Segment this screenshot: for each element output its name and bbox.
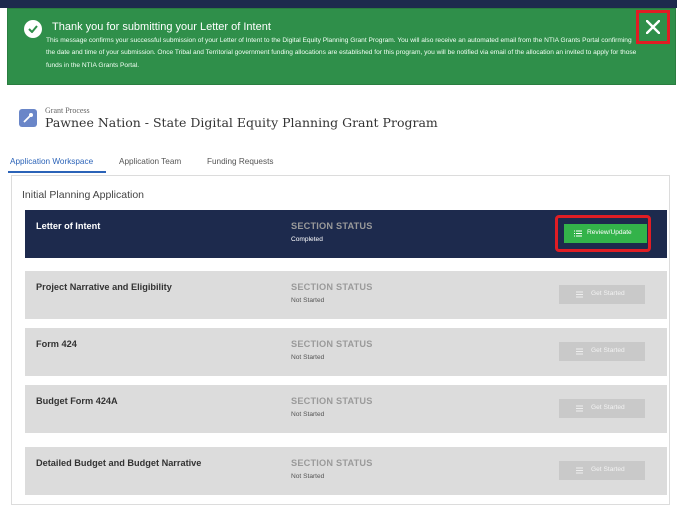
get-started-label: Get Started bbox=[591, 466, 625, 473]
section-name: Project Narrative and Eligibility bbox=[36, 282, 172, 292]
section-status-value: Not Started bbox=[291, 354, 325, 361]
tab-application-workspace[interactable]: Application Workspace bbox=[10, 157, 93, 166]
section-status-label: SECTION STATUS bbox=[291, 339, 373, 349]
page-title: Pawnee Nation - State Digital Equity Pla… bbox=[45, 115, 438, 130]
section-status-value: Not Started bbox=[291, 473, 325, 480]
close-icon bbox=[646, 20, 660, 34]
section-budget-form-424a: Budget Form 424A SECTION STATUS Not Star… bbox=[25, 385, 667, 433]
grant-process-label: Grant Process bbox=[45, 106, 90, 115]
section-status-value: Completed bbox=[291, 236, 323, 243]
section-status-label: SECTION STATUS bbox=[291, 396, 373, 406]
panel-title: Initial Planning Application bbox=[22, 189, 145, 201]
get-started-button[interactable]: Get Started bbox=[559, 399, 645, 418]
get-started-label: Get Started bbox=[591, 347, 625, 354]
banner-title: Thank you for submitting your Letter of … bbox=[52, 21, 271, 33]
top-navigation-edge bbox=[0, 0, 677, 8]
section-letter-of-intent: Letter of Intent SECTION STATUS Complete… bbox=[25, 210, 667, 258]
section-project-narrative: Project Narrative and Eligibility SECTIO… bbox=[25, 271, 667, 319]
banner-message: This message confirms your successful su… bbox=[46, 37, 637, 69]
section-status-value: Not Started bbox=[291, 297, 325, 304]
close-banner-button[interactable] bbox=[636, 10, 670, 44]
tab-application-team[interactable]: Application Team bbox=[119, 157, 181, 166]
get-started-label: Get Started bbox=[591, 290, 625, 297]
section-name: Budget Form 424A bbox=[36, 396, 118, 406]
list-icon bbox=[576, 291, 583, 298]
get-started-button[interactable]: Get Started bbox=[559, 285, 645, 304]
list-icon bbox=[576, 467, 583, 474]
get-started-button[interactable]: Get Started bbox=[559, 461, 645, 480]
list-icon bbox=[574, 230, 582, 237]
grant-process-icon bbox=[19, 109, 37, 127]
list-icon bbox=[576, 348, 583, 355]
active-tab-indicator bbox=[8, 171, 106, 173]
get-started-label: Get Started bbox=[591, 404, 625, 411]
check-circle-icon bbox=[24, 20, 42, 38]
review-update-button[interactable]: Review/Update bbox=[564, 224, 647, 243]
section-name: Detailed Budget and Budget Narrative bbox=[36, 458, 202, 468]
tab-bar: Application Workspace Application Team F… bbox=[0, 152, 677, 173]
review-button-highlight: Review/Update bbox=[555, 215, 651, 252]
list-icon bbox=[576, 405, 583, 412]
application-panel: Initial Planning Application Letter of I… bbox=[11, 175, 670, 505]
section-detailed-budget: Detailed Budget and Budget Narrative SEC… bbox=[25, 447, 667, 495]
section-form-424: Form 424 SECTION STATUS Not Started Get … bbox=[25, 328, 667, 376]
section-name: Letter of Intent bbox=[36, 221, 101, 231]
success-banner: Thank you for submitting your Letter of … bbox=[7, 8, 676, 85]
section-status-value: Not Started bbox=[291, 411, 325, 418]
tab-funding-requests[interactable]: Funding Requests bbox=[207, 157, 273, 166]
review-update-label: Review/Update bbox=[587, 229, 632, 236]
section-status-label: SECTION STATUS bbox=[291, 221, 373, 231]
section-status-label: SECTION STATUS bbox=[291, 458, 373, 468]
get-started-button[interactable]: Get Started bbox=[559, 342, 645, 361]
section-name: Form 424 bbox=[36, 339, 77, 349]
section-status-label: SECTION STATUS bbox=[291, 282, 373, 292]
